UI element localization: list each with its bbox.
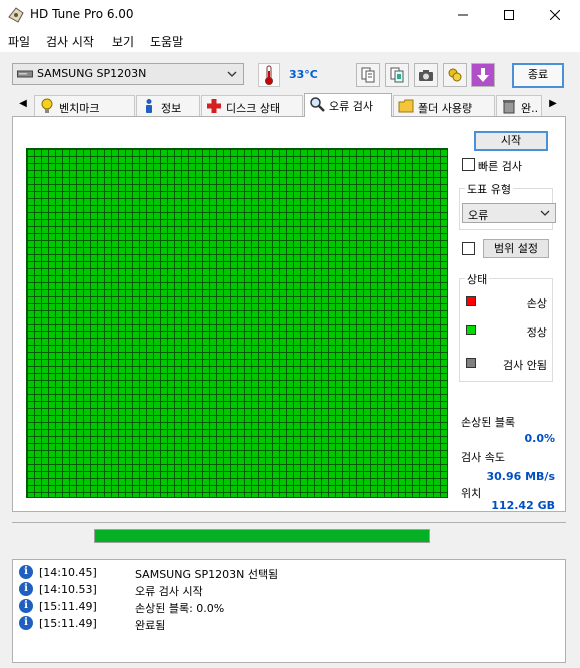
window-title: HD Tune Pro 6.00 bbox=[30, 7, 134, 21]
info-icon: i bbox=[19, 599, 33, 613]
legend-ok-label: 정상 bbox=[526, 326, 547, 339]
tab-disk-health[interactable]: 디스크 상태 bbox=[201, 95, 303, 116]
scan-speed-value: 30.96 MB/s bbox=[486, 470, 555, 483]
info-icon: i bbox=[19, 582, 33, 596]
save-button[interactable] bbox=[471, 63, 495, 87]
menu-view[interactable]: 보기 bbox=[112, 33, 134, 50]
info-icon: i bbox=[19, 616, 33, 630]
quick-scan-checkbox[interactable] bbox=[462, 158, 475, 171]
legend-not-scanned-swatch bbox=[466, 358, 476, 368]
health-cross-icon bbox=[207, 99, 221, 113]
map-type-title: 도표 유형 bbox=[465, 181, 513, 197]
tab-info[interactable]: 정보 bbox=[136, 95, 200, 116]
magnifier-icon bbox=[310, 97, 325, 112]
copy-screenshot-button[interactable] bbox=[385, 63, 409, 87]
log-time: [14:10.53] bbox=[39, 583, 97, 596]
log-entry: i [15:11.49] 완료됨 bbox=[19, 615, 549, 632]
options-button[interactable] bbox=[443, 63, 467, 87]
folder-icon bbox=[398, 99, 414, 113]
thermometer-icon bbox=[258, 63, 280, 87]
tab-folder-usage[interactable]: 폴더 사용량 bbox=[393, 95, 495, 116]
hard-disk-icon bbox=[17, 70, 33, 78]
tab-benchmark[interactable]: 벤치마크 bbox=[34, 95, 135, 116]
info-icon: i bbox=[19, 565, 33, 579]
log-time: [14:10.45] bbox=[39, 566, 97, 579]
maximize-button[interactable] bbox=[486, 0, 532, 30]
tab-label: 오류 검사 bbox=[329, 100, 373, 113]
download-icon bbox=[477, 68, 489, 82]
block-map bbox=[26, 148, 448, 498]
legend-damaged-label: 손상 bbox=[526, 297, 547, 310]
tab-label: 완.. bbox=[521, 102, 539, 115]
screenshot-button[interactable] bbox=[414, 63, 438, 87]
damaged-blocks-label: 손상된 블록 bbox=[461, 416, 516, 429]
tab-label: 폴더 사용량 bbox=[418, 102, 473, 115]
log-entry: i [14:10.45] SAMSUNG SP1203N 선택됨 bbox=[19, 564, 549, 581]
minimize-icon bbox=[458, 14, 468, 16]
info-person-icon bbox=[146, 99, 152, 113]
trash-icon bbox=[503, 100, 515, 114]
log-message: SAMSUNG SP1203N 선택됨 bbox=[135, 568, 279, 581]
vertical-scrollbar[interactable] bbox=[567, 116, 580, 512]
position-label: 위치 bbox=[461, 487, 482, 500]
menu-bar: 파일 검사 시작 보기 도움말 bbox=[0, 30, 580, 52]
copy-text-icon bbox=[361, 67, 375, 83]
tab-error-scan[interactable]: 오류 검사 bbox=[304, 93, 392, 117]
legend-not-scanned-label: 검사 안됨 bbox=[503, 359, 547, 372]
error-scan-panel: 시작 빠른 검사 도표 유형 오류 범위 설정 상태 손상 정상 검사 안됨 손… bbox=[12, 116, 566, 512]
toolbar: SAMSUNG SP1203N 33°C 종료 bbox=[0, 56, 580, 92]
progress-fill bbox=[95, 530, 429, 542]
tab-label: 디스크 상태 bbox=[226, 102, 281, 115]
status-title: 상태 bbox=[465, 271, 490, 287]
drive-select[interactable]: SAMSUNG SP1203N bbox=[12, 63, 244, 85]
menu-start-scan[interactable]: 검사 시작 bbox=[46, 33, 94, 50]
log-message: 손상된 블록: 0.0% bbox=[135, 602, 225, 615]
tab-label: 정보 bbox=[161, 102, 182, 115]
close-button[interactable] bbox=[532, 0, 578, 30]
log-time: [15:11.49] bbox=[39, 617, 97, 630]
title-bar: HD Tune Pro 6.00 bbox=[0, 0, 580, 30]
log-time: [15:11.49] bbox=[39, 600, 97, 613]
menu-help[interactable]: 도움말 bbox=[150, 33, 183, 50]
tab-label: 벤치마크 bbox=[59, 102, 100, 115]
close-icon bbox=[550, 10, 560, 20]
copy-screenshot-icon bbox=[390, 67, 404, 83]
start-scan-button[interactable]: 시작 bbox=[474, 131, 548, 151]
log-message: 완료됨 bbox=[135, 619, 166, 632]
log-entry: i [15:11.49] 손상된 블록: 0.0% bbox=[19, 598, 549, 615]
temperature-value: 33°C bbox=[289, 68, 318, 81]
quick-scan-label: 빠른 검사 bbox=[478, 160, 522, 173]
minimize-button[interactable] bbox=[440, 0, 486, 30]
legend-ok-swatch bbox=[466, 325, 476, 335]
damaged-blocks-value: 0.0% bbox=[524, 432, 555, 445]
log-message: 오류 검사 시작 bbox=[135, 585, 203, 598]
progress-bar bbox=[94, 529, 430, 543]
maximize-icon bbox=[504, 10, 514, 20]
tab-scroll-right-icon[interactable]: ▶ bbox=[546, 96, 560, 112]
position-value: 112.42 GB bbox=[491, 499, 555, 512]
map-type-select[interactable]: 오류 bbox=[462, 203, 556, 223]
coins-icon bbox=[448, 68, 462, 82]
scan-speed-label: 검사 속도 bbox=[461, 451, 505, 464]
legend-damaged-swatch bbox=[466, 296, 476, 306]
chevron-down-icon bbox=[540, 210, 550, 216]
app-icon bbox=[8, 7, 24, 23]
log-entry: i [14:10.53] 오류 검사 시작 bbox=[19, 581, 549, 598]
log-list[interactable]: i [14:10.45] SAMSUNG SP1203N 선택됨 i [14:1… bbox=[12, 559, 566, 663]
copy-text-button[interactable] bbox=[356, 63, 380, 87]
bulb-icon bbox=[41, 98, 53, 113]
range-checkbox[interactable] bbox=[462, 242, 475, 255]
range-settings-button[interactable]: 범위 설정 bbox=[483, 239, 549, 258]
chevron-down-icon bbox=[227, 71, 237, 77]
drive-name: SAMSUNG SP1203N bbox=[37, 67, 147, 80]
camera-icon bbox=[419, 70, 433, 81]
menu-file[interactable]: 파일 bbox=[8, 33, 30, 50]
map-type-value: 오류 bbox=[468, 209, 489, 222]
exit-button[interactable]: 종료 bbox=[512, 63, 564, 88]
tab-erase[interactable]: 완.. bbox=[496, 95, 542, 116]
tab-bar: ◀ 벤치마크 정보 디스크 상태 오류 검사 폴더 사용량 완.. ▶ bbox=[0, 93, 580, 117]
tab-scroll-left-icon[interactable]: ◀ bbox=[16, 96, 30, 112]
